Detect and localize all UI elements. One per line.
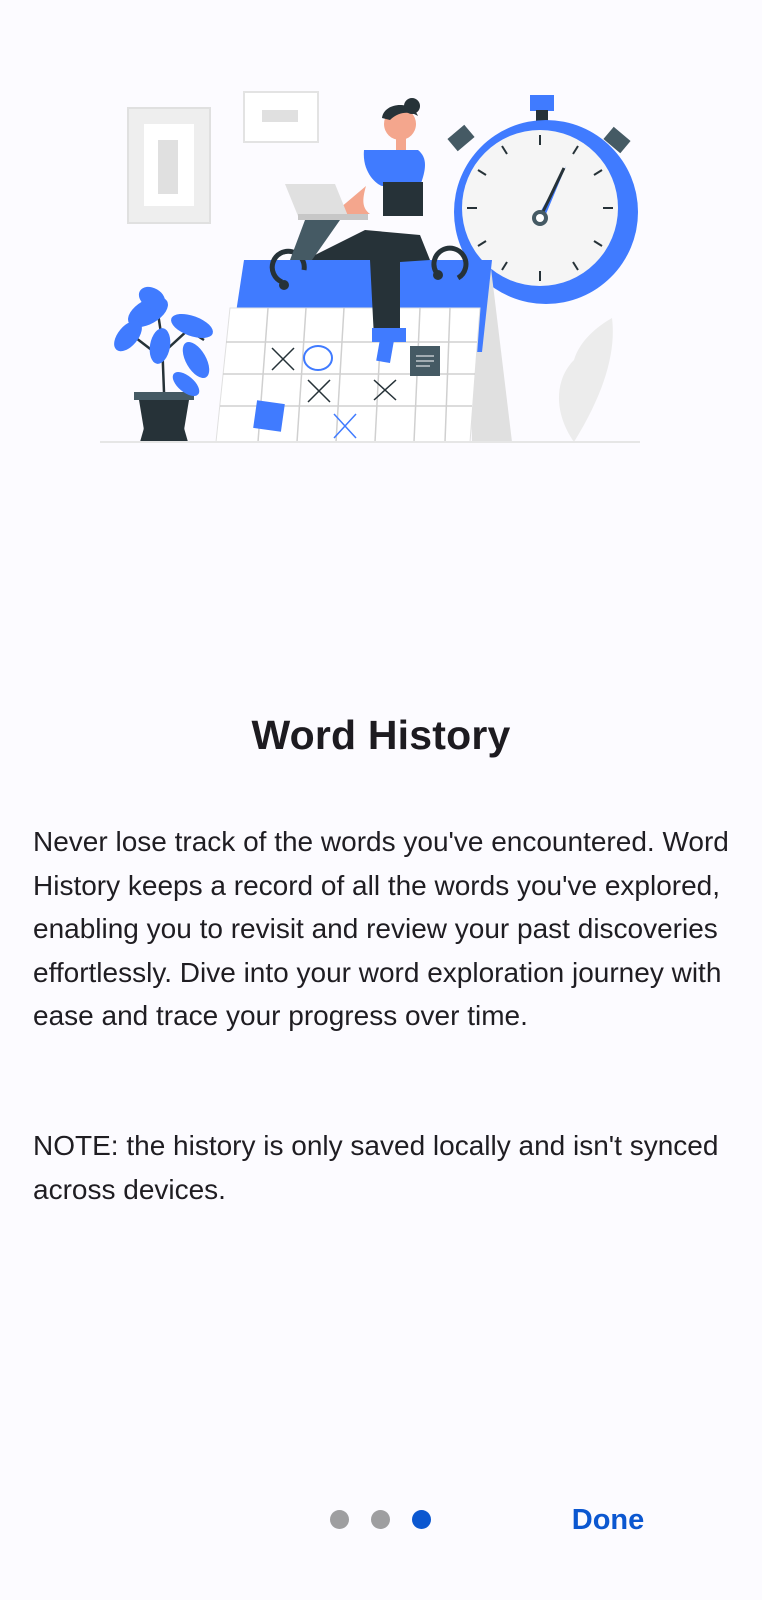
calendar-stopwatch-illustration-icon [100, 91, 640, 443]
page-dot-3-active[interactable] [412, 1510, 431, 1529]
page-dot-2[interactable] [371, 1510, 390, 1529]
page-dot-1[interactable] [330, 1510, 349, 1529]
page-title: Word History [251, 712, 511, 758]
feature-description: Never lose track of the words you've enc… [33, 826, 737, 1031]
done-button[interactable]: Done [560, 1494, 656, 1546]
page-indicator [330, 1510, 431, 1529]
onboarding-illustration [100, 90, 660, 460]
feature-note: NOTE: the history is only saved locally … [33, 1130, 727, 1205]
